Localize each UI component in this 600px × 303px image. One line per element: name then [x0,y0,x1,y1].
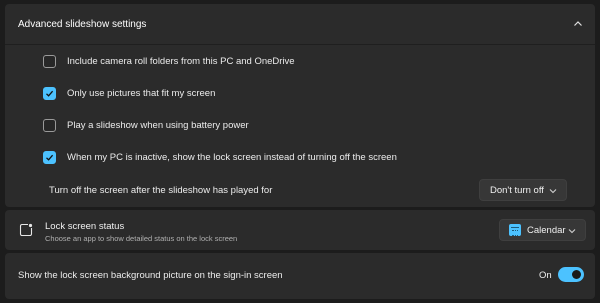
option-label: Only use pictures that fit my screen [67,87,216,99]
advanced-slideshow-settings-header[interactable]: Advanced slideshow settings [5,4,595,44]
fit-screen-option[interactable]: Only use pictures that fit my screen [43,85,215,101]
battery-slideshow-option[interactable]: Play a slideshow when using battery powe… [43,117,249,133]
checkbox-checked[interactable] [43,150,56,164]
advanced-slideshow-settings-card: Advanced slideshow settings Include came… [5,4,595,207]
checkbox-unchecked[interactable] [43,118,56,132]
chevron-down-icon [549,189,557,194]
checkbox-checked[interactable] [43,86,56,100]
dropdown-value: Calendar [527,224,566,236]
expander-divider [5,44,595,45]
chevron-up-icon[interactable] [573,19,583,29]
lock-screen-status-subtitle: Choose an app to show detailed status on… [45,234,238,243]
inactive-lock-screen-option[interactable]: When my PC is inactive, show the lock sc… [43,149,397,165]
lock-screen-status-title: Lock screen status [45,221,125,232]
signin-background-label: Show the lock screen background picture … [18,270,283,281]
turn-off-screen-label: Turn off the screen after the slideshow … [49,185,273,196]
toggle-knob [572,270,581,279]
expander-title: Advanced slideshow settings [18,18,147,30]
checkmark-icon [46,154,54,161]
checkbox-unchecked[interactable] [43,54,56,68]
option-label: When my PC is inactive, show the lock sc… [67,151,397,163]
dropdown-value: Don't turn off [490,184,544,196]
lock-screen-app-dropdown[interactable]: Calendar [499,219,586,241]
chevron-down-icon [568,229,576,234]
calendar-icon [509,224,521,236]
include-camera-roll-option[interactable]: Include camera roll folders from this PC… [43,53,295,69]
signin-background-toggle[interactable] [558,267,584,282]
lock-screen-status-card: Lock screen status Choose an app to show… [5,210,595,250]
signin-background-card: Show the lock screen background picture … [5,253,595,299]
option-label: Play a slideshow when using battery powe… [67,119,249,131]
option-label: Include camera roll folders from this PC… [67,55,295,67]
turn-off-screen-dropdown[interactable]: Don't turn off [479,179,567,201]
toggle-state-label: On [539,270,552,281]
lock-screen-icon [19,223,33,237]
checkmark-icon [46,90,54,97]
